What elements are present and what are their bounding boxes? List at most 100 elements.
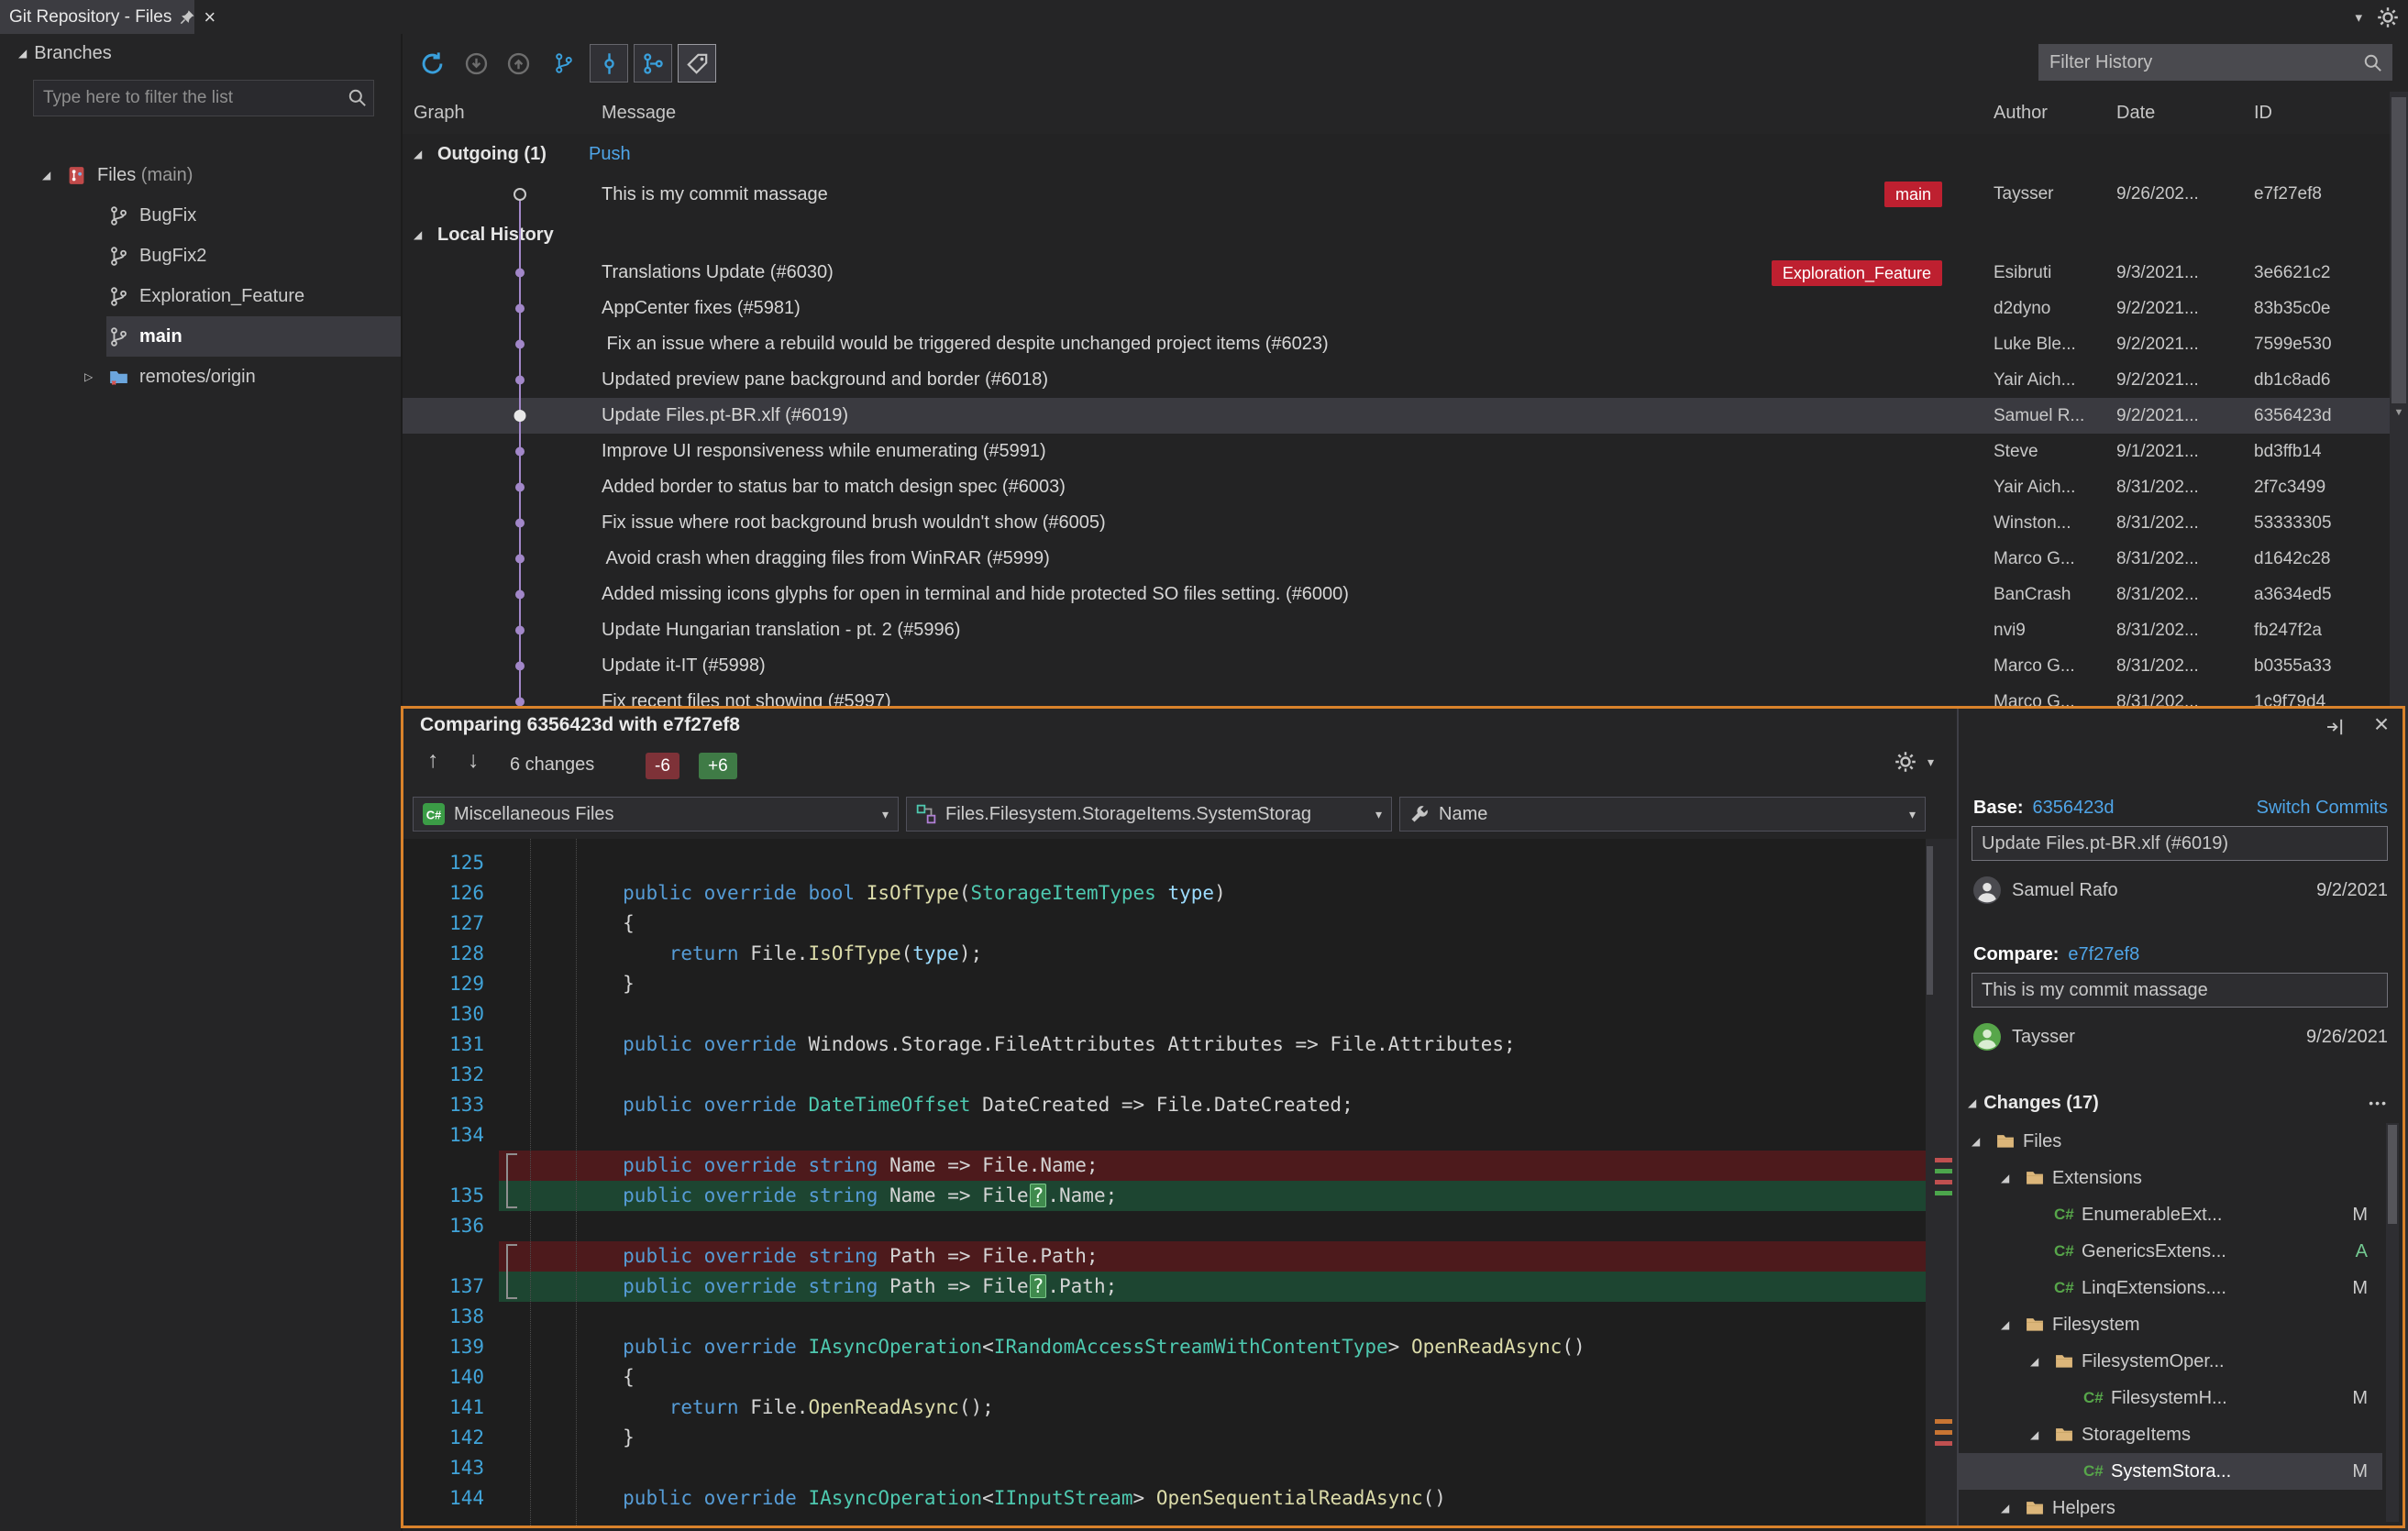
diff-line[interactable]: 132 — [403, 1060, 1926, 1090]
expand-arrow-icon[interactable]: ◢ — [1968, 1096, 1976, 1109]
compare-commit-link[interactable]: e7f27ef8 — [2068, 944, 2139, 965]
toggle-branch-graph-button[interactable] — [634, 44, 672, 83]
push-link[interactable]: Push — [589, 144, 631, 165]
diff-line[interactable]: 143 — [403, 1453, 1926, 1483]
commit-row[interactable]: Avoid crash when dragging files from Win… — [403, 541, 2390, 577]
branch-item-exploration-feature[interactable]: Exploration_Feature — [0, 276, 401, 316]
history-filter-input[interactable] — [2038, 51, 2352, 73]
expand-arrow-icon[interactable]: ◢ — [18, 47, 27, 60]
diff-line[interactable]: 137 public override string Path => File?… — [403, 1272, 1926, 1302]
commit-row[interactable]: Updated preview pane background and bord… — [403, 362, 2390, 398]
refresh-icon[interactable] — [415, 47, 448, 80]
diff-line[interactable]: 144 public override IAsyncOperation<IInp… — [403, 1483, 1926, 1514]
diff-line[interactable]: public override string Name => File.Name… — [403, 1151, 1926, 1181]
switch-commits-link[interactable]: Switch Commits — [2257, 798, 2388, 819]
commit-row[interactable]: Update Files.pt-BR.xlf (#6019) Samuel R..… — [403, 398, 2390, 434]
previous-change-button[interactable]: ↑ — [427, 747, 439, 774]
fetch-icon[interactable] — [459, 47, 492, 80]
commit-row[interactable]: Translations Update (#6030) Exploration_F… — [403, 255, 2390, 291]
next-change-button[interactable]: ↓ — [468, 747, 480, 774]
diff-line[interactable]: 130 — [403, 999, 1926, 1030]
gear-icon[interactable] — [1894, 751, 1916, 777]
expand-arrow-icon[interactable]: ◢ — [1972, 1135, 1995, 1148]
diff-line[interactable]: 125 — [403, 848, 1926, 878]
diff-line[interactable]: 140 { — [403, 1362, 1926, 1393]
diff-line[interactable]: 129 } — [403, 969, 1926, 999]
expand-arrow-icon[interactable]: ◢ — [2001, 1172, 2025, 1184]
expand-arrow-icon[interactable]: ◢ — [42, 169, 66, 182]
chevron-down-icon[interactable]: ▾ — [2355, 9, 2362, 26]
diff-line[interactable]: 136 — [403, 1211, 1926, 1241]
close-icon[interactable]: × — [204, 6, 215, 28]
expand-arrow-icon[interactable]: ◢ — [2001, 1502, 2025, 1514]
member-dropdown[interactable]: Name ▾ — [1399, 797, 1926, 832]
commit-row[interactable]: Improve UI responsiveness while enumerat… — [403, 434, 2390, 469]
new-branch-icon[interactable] — [547, 47, 580, 80]
branch-filter-input[interactable] — [33, 80, 374, 116]
type-dropdown[interactable]: Files.Filesystem.StorageItems.SystemStor… — [906, 797, 1392, 832]
changes-tree-item[interactable]: C# LinqExtensions.... M — [1959, 1270, 2382, 1306]
more-actions-button[interactable]: ••• — [2369, 1096, 2388, 1110]
toggle-commit-graph-button[interactable] — [590, 44, 628, 83]
changes-tree-item[interactable]: ◢ Filesystem — [1959, 1306, 2382, 1343]
file-filter-dropdown[interactable]: C# Miscellaneous Files ▾ — [413, 797, 899, 832]
branch-item-remotes-origin[interactable]: ▷ remotes/origin — [0, 357, 401, 397]
scrollbar-thumb[interactable] — [2391, 97, 2406, 403]
changes-tree-item[interactable]: ◢ Files — [1959, 1123, 2382, 1160]
expand-arrow-icon[interactable]: ◢ — [403, 148, 437, 160]
chevron-down-icon[interactable]: ▾ — [1928, 754, 1934, 770]
search-icon[interactable] — [2352, 53, 2392, 72]
expand-arrow-icon[interactable]: ◢ — [2030, 1355, 2054, 1368]
column-header-author[interactable]: Author — [1994, 103, 2116, 124]
commit-row[interactable]: Added missing icons glyphs for open in t… — [403, 577, 2390, 612]
history-section[interactable]: ◢ Outgoing (1) Push — [403, 134, 2390, 174]
diff-line[interactable]: 126 public override bool IsOfType(Storag… — [403, 878, 1926, 909]
expand-arrow-icon[interactable]: ◢ — [403, 228, 437, 241]
changes-tree-item[interactable]: ◢ FilesystemOper... — [1959, 1343, 2382, 1380]
diff-line[interactable]: 139 public override IAsyncOperation<IRan… — [403, 1332, 1926, 1362]
diff-line[interactable]: 133 public override DateTimeOffset DateC… — [403, 1090, 1926, 1120]
collapse-arrow-icon[interactable]: ▷ — [84, 370, 108, 383]
commit-row[interactable]: Fix issue where root background brush wo… — [403, 505, 2390, 541]
scrollbar-thumb[interactable] — [1927, 846, 1933, 995]
diff-line[interactable]: 128 return File.IsOfType(type); — [403, 939, 1926, 969]
changes-tree-item[interactable]: C# GenericsExtens... A — [1959, 1233, 2382, 1270]
compare-message-input[interactable] — [1972, 973, 2388, 1008]
diff-minimap[interactable] — [1926, 839, 1957, 1525]
branch-item-files[interactable]: ◢ Files (main) — [0, 155, 401, 195]
diff-line[interactable]: 135 public override string Name => File?… — [403, 1181, 1926, 1211]
diff-line[interactable]: 138 — [403, 1302, 1926, 1332]
base-commit-link[interactable]: 6356423d — [2032, 798, 2114, 819]
commit-row[interactable]: AppCenter fixes (#5981) d2dyno 9/2/2021...… — [403, 291, 2390, 326]
changes-tree-item[interactable]: C# EnumerableExt... M — [1959, 1196, 2382, 1233]
changes-tree-item[interactable]: ◢ Helpers — [1959, 1490, 2382, 1525]
tab-git-repository-files[interactable]: Git Repository - Files × — [0, 0, 215, 34]
diff-line[interactable]: public override string Path => File.Path… — [403, 1241, 1926, 1272]
scroll-down-icon[interactable]: ▼ — [2390, 407, 2408, 418]
commit-row[interactable]: Added border to status bar to match desi… — [403, 469, 2390, 505]
changes-tree-item[interactable]: ◢ StorageItems — [1959, 1416, 2382, 1453]
base-message-input[interactable] — [1972, 826, 2388, 861]
column-header-message[interactable]: Message — [589, 103, 1994, 124]
diff-line[interactable]: 142 } — [403, 1423, 1926, 1453]
branch-item-bugfix2[interactable]: BugFix2 — [0, 236, 401, 276]
expand-arrow-icon[interactable]: ◢ — [2030, 1428, 2054, 1441]
changes-tree-item[interactable]: C# FilesystemH... M — [1959, 1380, 2382, 1416]
expand-arrow-icon[interactable]: ◢ — [2001, 1318, 2025, 1331]
diff-line[interactable]: 134 — [403, 1120, 1926, 1151]
diff-line[interactable]: 131 public override Windows.Storage.File… — [403, 1030, 1926, 1060]
branch-item-main[interactable]: main — [0, 316, 401, 357]
commit-row[interactable]: Update Hungarian translation - pt. 2 (#5… — [403, 612, 2390, 648]
pin-icon[interactable] — [179, 8, 196, 26]
commit-row[interactable]: Fix an issue where a rebuild would be tr… — [403, 326, 2390, 362]
changes-tree-item[interactable]: C# SystemStora... M — [1959, 1453, 2382, 1490]
gear-icon[interactable] — [2377, 6, 2399, 28]
scrollbar-thumb[interactable] — [2388, 1125, 2397, 1224]
diff-line[interactable]: 141 return File.OpenReadAsync(); — [403, 1393, 1926, 1423]
commit-row[interactable]: This is my commit massage main Taysser 9/26… — [403, 174, 2390, 215]
toggle-tags-button[interactable] — [678, 44, 716, 83]
diff-line[interactable]: 127 { — [403, 909, 1926, 939]
history-section[interactable]: ◢ Local History — [403, 215, 2390, 255]
column-header-graph[interactable]: Graph — [403, 103, 589, 124]
column-header-date[interactable]: Date — [2116, 103, 2254, 124]
